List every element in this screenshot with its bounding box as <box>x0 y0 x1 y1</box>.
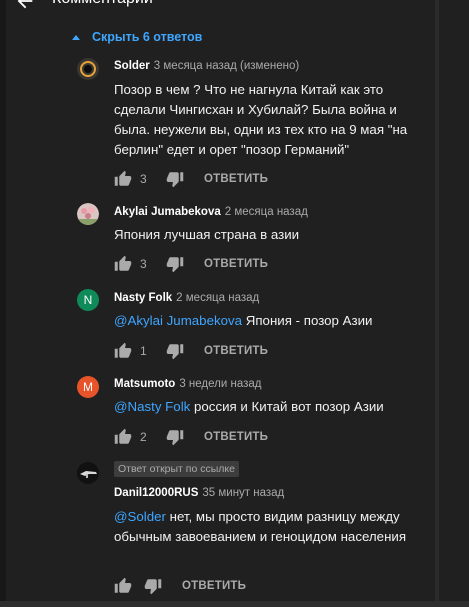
mention-link[interactable]: @Akylai Jumabekova <box>114 313 242 328</box>
comment-time[interactable]: 35 минут назад <box>202 487 284 499</box>
avatar-nasty-folk[interactable]: N <box>77 289 99 311</box>
like-count: 3 <box>140 172 147 186</box>
thumbs-down-icon[interactable] <box>166 428 184 446</box>
collapse-replies-button[interactable]: Скрыть 6 ответов <box>72 29 202 45</box>
thumbs-up-icon[interactable] <box>114 170 132 188</box>
comment-actions: 3 ОТВЕТИТЬ <box>114 255 268 273</box>
author-name[interactable]: Solder <box>114 60 150 72</box>
author-name[interactable]: Matsumoto <box>114 378 175 390</box>
reply-button[interactable]: ОТВЕТИТЬ <box>204 345 268 357</box>
avatar-matsumoto[interactable]: M <box>77 376 99 398</box>
avatar-solder[interactable] <box>77 58 99 80</box>
thumbs-down-icon[interactable] <box>166 170 184 188</box>
thumbs-down-icon[interactable] <box>166 342 184 360</box>
comment-actions: 1 ОТВЕТИТЬ <box>114 342 268 360</box>
comment-meta: Matsumoto 3 недели назад <box>114 377 261 391</box>
collapse-replies-label: Скрыть 6 ответов <box>92 30 203 44</box>
comment-text: Позор в чем ? Что не нагнула Китай как э… <box>114 82 408 157</box>
comment-body: Япония - позор Азии <box>242 313 373 328</box>
comment-meta: Akylai Jumabekova 2 месяца назад <box>114 205 308 219</box>
like-count: 3 <box>140 257 147 271</box>
comment-text: @Solder нет, мы просто видим разницу меж… <box>114 507 414 547</box>
avatar-image <box>77 58 99 80</box>
comment-actions: 3 ОТВЕТИТЬ <box>114 170 268 188</box>
thumbs-up-icon[interactable] <box>114 342 132 360</box>
thumbs-up-icon[interactable] <box>114 428 132 446</box>
comment-body: россия и Китай вот позор Азии <box>190 399 384 414</box>
comments-header: Комментарии <box>0 0 469 16</box>
avatar-akylai[interactable] <box>77 203 99 225</box>
bottom-edge <box>0 601 469 607</box>
thumbs-down-icon[interactable] <box>166 255 184 273</box>
avatar-danil[interactable] <box>77 462 99 484</box>
arrow-left-icon[interactable] <box>14 0 36 12</box>
linked-reply-badge: Ответ открыт по ссылке <box>114 461 239 477</box>
reply-button[interactable]: ОТВЕТИТЬ <box>182 580 246 592</box>
comment-actions: ОТВЕТИТЬ <box>114 577 246 595</box>
chevron-up-icon <box>72 34 80 40</box>
reply-button[interactable]: ОТВЕТИТЬ <box>204 431 268 443</box>
header-title: Комментарии <box>52 0 153 8</box>
like-count: 2 <box>140 430 147 444</box>
window-edge <box>0 0 6 607</box>
avatar-image <box>77 203 99 225</box>
thumbs-up-icon[interactable] <box>114 577 132 595</box>
mention-link[interactable]: @Nasty Folk <box>114 399 190 414</box>
thumbs-up-icon[interactable] <box>114 255 132 273</box>
comment-actions: 2 ОТВЕТИТЬ <box>114 428 268 446</box>
author-name[interactable]: Akylai Jumabekova <box>114 206 221 218</box>
reply-button[interactable]: ОТВЕТИТЬ <box>204 258 268 270</box>
author-name[interactable]: Danil12000RUS <box>114 487 198 499</box>
comment-meta: Solder 3 месяца назад (изменено) <box>114 59 299 73</box>
mention-link[interactable]: @Solder <box>114 509 166 524</box>
comment-text: @Nasty Folk россия и Китай вот позор Ази… <box>114 397 414 417</box>
comment-time[interactable]: 2 месяца назад <box>225 206 308 218</box>
author-name[interactable]: Nasty Folk <box>114 292 172 304</box>
comment-time[interactable]: 3 недели назад <box>179 378 261 390</box>
comment-time[interactable]: 2 месяца назад <box>176 292 259 304</box>
thumbs-down-icon[interactable] <box>144 577 162 595</box>
reply-button[interactable]: ОТВЕТИТЬ <box>204 173 268 185</box>
comment-time[interactable]: 3 месяца назад (изменено) <box>154 60 299 72</box>
comment-meta: Nasty Folk 2 месяца назад <box>114 291 259 305</box>
comment-text: @Akylai Jumabekova Япония - позор Азии <box>114 311 414 331</box>
avatar-image <box>77 462 99 484</box>
comment-meta: Danil12000RUS 35 минут назад <box>114 486 284 500</box>
scrollbar[interactable] <box>435 0 439 607</box>
like-count: 1 <box>140 344 147 358</box>
comment-text: Япония лучшая страна в азии <box>114 227 300 242</box>
